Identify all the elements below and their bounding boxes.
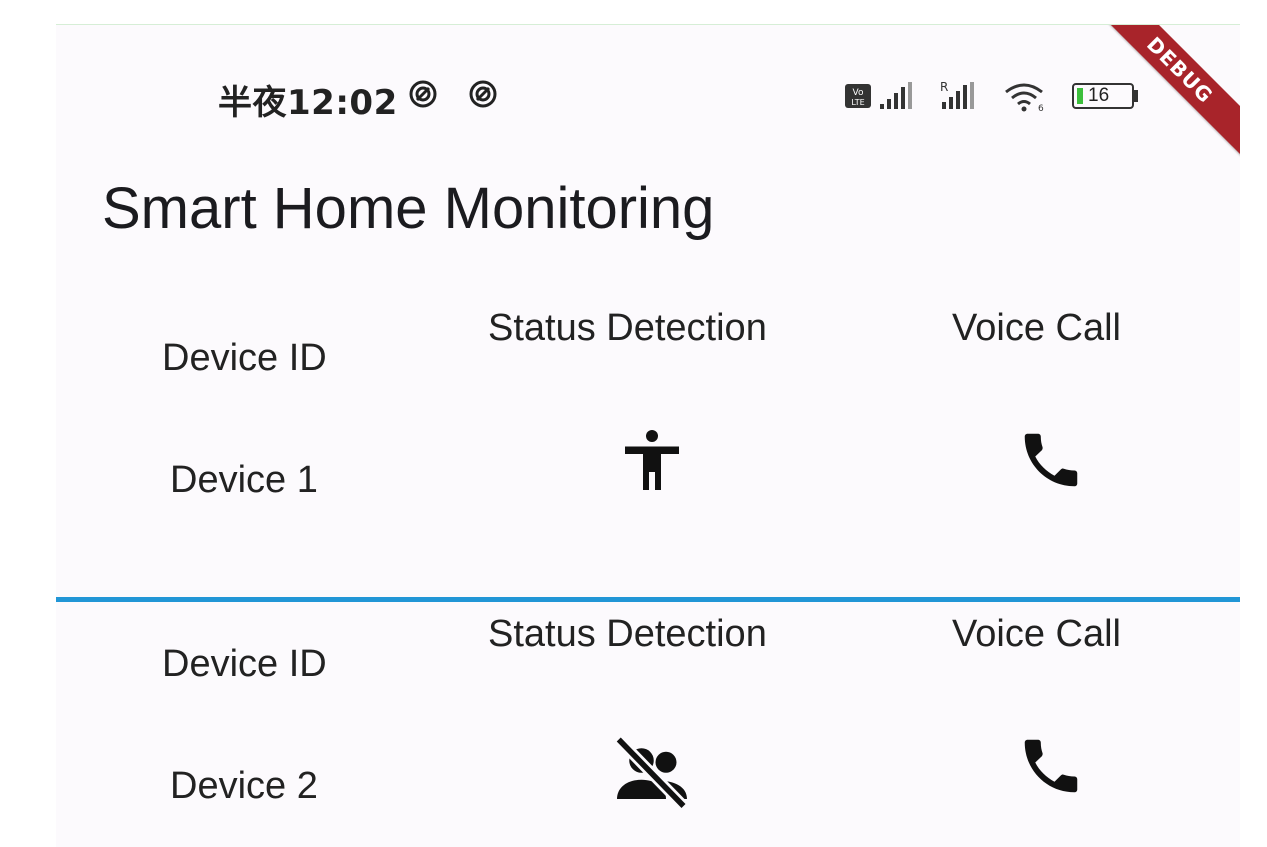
page-title: Smart Home Monitoring <box>102 176 715 241</box>
header-device-id: Device ID <box>162 337 327 379</box>
status-time: 半夜12:02 <box>218 83 398 123</box>
person-icon[interactable] <box>616 425 688 501</box>
battery-nub <box>1134 90 1138 102</box>
battery-percent: 16 <box>1088 85 1110 106</box>
device-name: Device 1 <box>170 459 318 501</box>
app-screen: 半夜12:02 Vo LTE R 6 16 DEBUG Smart Home M… <box>56 24 1240 847</box>
header-voice-call: Voice Call <box>952 307 1121 349</box>
wifi-icon: 6 <box>1005 83 1044 112</box>
battery-fill <box>1077 88 1083 104</box>
status-bar: 半夜12:02 Vo LTE R 6 16 DEBUG <box>56 25 1240 167</box>
people-off-icon[interactable] <box>606 729 698 813</box>
device-name: Device 2 <box>170 765 318 807</box>
svg-text:LTE: LTE <box>851 98 864 107</box>
svg-text:Vo: Vo <box>853 88 864 98</box>
signal-icon <box>880 82 912 109</box>
volte-icon: Vo LTE <box>845 84 871 108</box>
sync-icon <box>469 80 497 108</box>
header-status-detection: Status Detection <box>488 613 767 655</box>
roaming-signal-icon: R <box>940 80 974 109</box>
sync-icon <box>409 80 437 108</box>
header-device-id: Device ID <box>162 643 327 685</box>
svg-text:6: 6 <box>1038 104 1044 112</box>
header-voice-call: Voice Call <box>952 613 1121 655</box>
svg-text:R: R <box>940 80 948 94</box>
phone-icon[interactable] <box>1016 731 1086 801</box>
phone-icon[interactable] <box>1016 425 1086 495</box>
row-divider <box>56 597 1240 602</box>
header-status-detection: Status Detection <box>488 307 767 349</box>
battery-icon: 16 <box>1072 83 1134 109</box>
